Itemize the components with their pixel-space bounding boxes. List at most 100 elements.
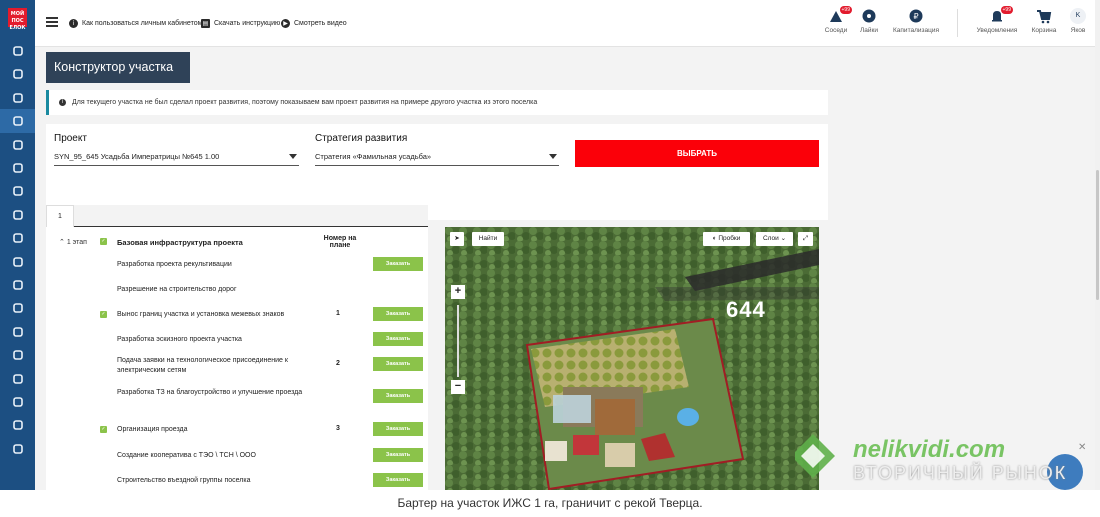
megaphone-icon	[12, 397, 23, 407]
info-icon: i	[59, 99, 66, 106]
target-icon	[12, 139, 23, 150]
divider	[957, 9, 958, 37]
tasks-table: ⌃ 1 этап ✓ Базовая инфраструктура проект…	[46, 227, 428, 490]
info-banner: i Для текущего участка не был сделал про…	[46, 90, 828, 115]
user-menu[interactable]: K Яков	[1067, 8, 1089, 40]
order-button[interactable]: Заказать	[373, 473, 423, 487]
bell-icon: +99	[989, 6, 1013, 24]
sidebar-item-bar-chart[interactable]	[0, 179, 35, 203]
document-icon: ▤	[201, 18, 210, 28]
sidebar-item-building[interactable]	[0, 367, 35, 391]
sidebar-item-compass[interactable]	[0, 86, 35, 110]
watermark-brand: nelikvidi.com	[853, 436, 1006, 463]
bar-chart-icon	[12, 186, 23, 197]
likes-button[interactable]: Лайки	[857, 8, 881, 40]
sidebar-item-upload[interactable]	[0, 109, 35, 134]
task-name: Разрешение на строительство дорог	[117, 286, 237, 293]
download-instruction-link[interactable]: ▤ Скачать инструкцию	[201, 17, 280, 29]
sidebar-item-cart[interactable]	[0, 226, 35, 250]
sidebar-item-megaphone[interactable]	[0, 390, 35, 414]
watermark-tagline: ВТОРИЧНЫЙ РЫНОК	[853, 463, 1068, 483]
zoom-out-button[interactable]: −	[451, 380, 465, 394]
sidebar-item-book[interactable]	[0, 343, 35, 367]
cart-icon	[12, 233, 23, 243]
cart-icon	[1036, 8, 1052, 24]
copy-icon	[12, 280, 23, 290]
strategy-select[interactable]: Стратегия «Фамильная усадьба»	[315, 151, 559, 166]
strategy-label: Стратегия развития	[315, 133, 408, 144]
sidebar-item-grid[interactable]	[0, 39, 35, 63]
find-button[interactable]: Найти	[472, 232, 504, 246]
sidebar-item-briefcase[interactable]	[0, 203, 35, 227]
notifications-badge: +99	[1000, 6, 1013, 14]
zoom-in-button[interactable]: +	[451, 285, 465, 299]
sidebar-item-exit[interactable]	[0, 437, 35, 461]
menu-icon[interactable]	[46, 17, 58, 27]
user-icon	[12, 69, 23, 80]
choose-button[interactable]: ВЫБРАТЬ	[575, 140, 819, 167]
exchange-icon	[12, 256, 23, 267]
row-checkbox[interactable]: ✓	[100, 311, 107, 318]
zoom-slider[interactable]	[457, 305, 459, 377]
order-button[interactable]: Заказать	[373, 357, 423, 371]
help-link[interactable]: i Как пользоваться личным кабинетом?	[69, 17, 206, 29]
order-button[interactable]: Заказать	[373, 257, 423, 271]
layers-button[interactable]: Слои ⌄	[756, 232, 793, 246]
notifications-button[interactable]: +99 Уведомления	[973, 6, 1021, 40]
traffic-button[interactable]: ◐ Пробки	[703, 232, 750, 246]
task-name: Строительство въездной группы поселка	[117, 477, 251, 484]
sidebar-item-user[interactable]	[0, 62, 35, 86]
order-button[interactable]: Заказать	[373, 332, 423, 346]
task-name: Создание кооператива с ТЭО \ ТСН \ ООО	[117, 452, 256, 459]
watermark: nelikvidi.com ВТОРИЧНЫЙ РЫНОК	[791, 430, 1095, 490]
scrollbar-thumb[interactable]	[1096, 170, 1099, 300]
project-label: Проект	[54, 133, 87, 144]
chat-icon	[861, 8, 877, 24]
close-icon[interactable]: ✕	[1078, 442, 1086, 453]
plan-number: 1	[336, 310, 340, 317]
svg-text:₽: ₽	[913, 12, 918, 21]
order-button[interactable]: Заказать	[373, 448, 423, 462]
watch-video-link[interactable]: ▶ Смотреть видео	[281, 17, 347, 29]
chevron-down-icon	[289, 154, 297, 159]
cart-button[interactable]: Корзина	[1029, 8, 1059, 40]
stage-checkbox[interactable]: ✓	[100, 238, 107, 245]
sidebar-item-target[interactable]	[0, 133, 35, 157]
order-button[interactable]: Заказать	[373, 422, 423, 436]
plan-number: 2	[336, 360, 340, 367]
row-checkbox[interactable]: ✓	[100, 426, 107, 433]
locate-icon[interactable]: ➤	[450, 232, 464, 246]
tab-bar: 1	[46, 205, 428, 227]
sidebar-item-exchange[interactable]	[0, 250, 35, 274]
info-text: Для текущего участка не был сделал проек…	[72, 99, 538, 106]
order-button[interactable]: Заказать	[373, 307, 423, 321]
sidebar-item-phone[interactable]	[0, 413, 35, 437]
project-select[interactable]: SYN_95_645 Усадьба Императрицы №645 1.00	[54, 151, 299, 166]
tab-1[interactable]: 1	[46, 205, 74, 227]
sidebar-item-checklist[interactable]	[0, 320, 35, 344]
exit-icon	[12, 443, 23, 454]
task-name: Разработка проекта рекультивации	[117, 261, 232, 268]
sidebar: МОЙ ПОС ЕЛОК	[0, 0, 35, 490]
app-logo[interactable]: МОЙ ПОС ЕЛОК	[8, 8, 27, 31]
fullscreen-icon[interactable]: ⤢	[798, 232, 813, 246]
stage-toggle[interactable]: ⌃ 1 этап	[59, 238, 87, 246]
grid-icon	[12, 46, 23, 56]
chevron-down-icon	[549, 154, 557, 159]
task-name: Подача заявки на технологическое присоед…	[117, 357, 288, 374]
plot-map[interactable]: ➤ Найти ◐ Пробки Слои ⌄ ⤢ + − 644	[445, 227, 819, 490]
task-name: Разработка эскизного проекта участка	[117, 336, 242, 343]
briefcase-icon	[12, 209, 23, 220]
upload-icon	[12, 116, 23, 126]
play-icon: ▶	[281, 18, 290, 28]
sidebar-item-chart-line[interactable]	[0, 156, 35, 180]
book-icon	[12, 350, 23, 360]
ruble-icon: ₽	[908, 8, 924, 24]
sidebar-item-copy[interactable]	[0, 273, 35, 297]
neighbors-button[interactable]: +99 Соседи	[822, 6, 852, 40]
sidebar-item-document[interactable]	[0, 296, 35, 320]
order-button[interactable]: Заказать	[373, 389, 423, 403]
main-content: Конструктор участка i Для текущего участ…	[35, 47, 1095, 490]
chart-line-icon	[12, 163, 23, 173]
capitalization-button[interactable]: ₽ Капитализация	[890, 8, 942, 40]
